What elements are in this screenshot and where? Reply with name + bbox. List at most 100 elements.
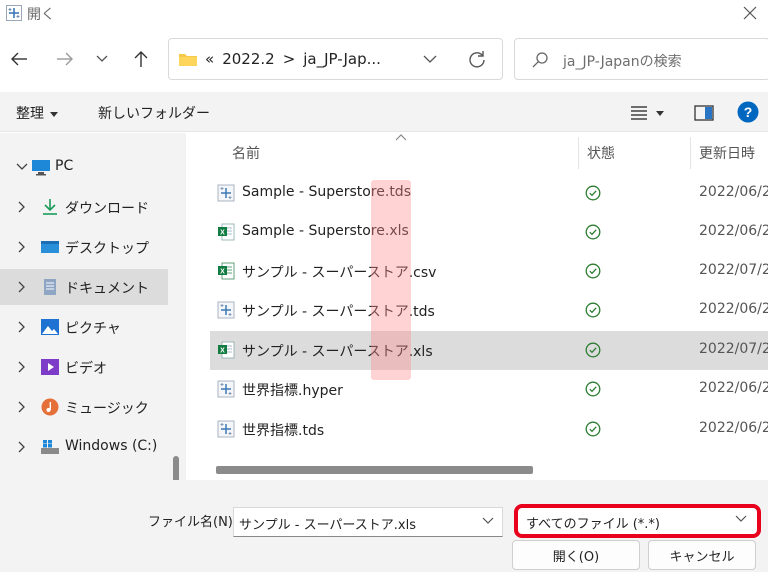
sidebar-item-label: PC bbox=[55, 158, 74, 174]
column-header-name[interactable]: 名前 bbox=[232, 143, 260, 163]
file-type-value: すべてのファイル (*.*) bbox=[526, 517, 660, 532]
svg-text:X: X bbox=[220, 269, 225, 276]
pc-icon bbox=[32, 160, 50, 176]
chevron-right-icon[interactable] bbox=[16, 361, 28, 373]
chevron-down-icon[interactable] bbox=[16, 161, 28, 173]
column-divider[interactable] bbox=[690, 137, 691, 169]
close-icon bbox=[743, 6, 757, 20]
file-row-sample-superstore-tds-ja[interactable]: サンプル - スーパーストア.tds 2022/06/2 bbox=[210, 291, 768, 330]
breadcrumb-separator[interactable]: > bbox=[283, 50, 296, 68]
command-bar: 整理 新しいフォルダー ? bbox=[0, 92, 768, 132]
organize-button[interactable]: 整理 bbox=[16, 103, 58, 123]
file-row-sample-superstore-tds[interactable]: Sample - Superstore.tds 2022/06/2 bbox=[210, 174, 768, 213]
file-date: 2022/06/2 bbox=[699, 301, 768, 317]
file-row-sample-superstore-csv-ja[interactable]: X サンプル - スーパーストア.csv 2022/07/2 bbox=[210, 252, 768, 291]
excel-csv-icon: X bbox=[218, 262, 235, 280]
sidebar-item-downloads[interactable]: ダウンロード bbox=[0, 189, 168, 225]
help-icon[interactable]: ? bbox=[737, 101, 759, 123]
extension-highlight bbox=[371, 180, 411, 380]
column-header-row: 名前 状態 更新日時 bbox=[196, 133, 768, 173]
sync-status-icon bbox=[585, 302, 601, 318]
close-button[interactable] bbox=[732, 0, 768, 26]
arrow-left-icon bbox=[11, 52, 27, 66]
sidebar-item-desktop[interactable]: デスクトップ bbox=[0, 229, 168, 265]
column-divider[interactable] bbox=[578, 137, 579, 169]
open-button[interactable]: 開く(O) bbox=[512, 540, 640, 570]
sidebar-item-videos[interactable]: ビデオ bbox=[0, 349, 168, 385]
file-date: 2022/07/2 bbox=[699, 341, 768, 357]
file-row-sample-superstore-xls[interactable]: X Sample - Superstore.xls 2022/06/2 bbox=[210, 213, 768, 252]
file-list: 名前 状態 更新日時 Sample - Superstore.tds 2022/… bbox=[196, 133, 768, 480]
back-button[interactable] bbox=[6, 46, 32, 72]
documents-icon bbox=[44, 279, 56, 295]
file-row-sample-superstore-xls-ja[interactable]: X サンプル - スーパーストア.xls 2022/07/2 bbox=[210, 331, 768, 370]
drive-icon bbox=[41, 440, 59, 454]
svg-text:?: ? bbox=[744, 104, 753, 120]
view-options-button[interactable] bbox=[630, 103, 672, 123]
file-type-select[interactable]: すべてのファイル (*.*) bbox=[514, 504, 761, 538]
videos-icon bbox=[41, 359, 59, 375]
pictures-icon bbox=[41, 319, 59, 335]
search-box[interactable]: ja_JP-Japanの検索 bbox=[514, 38, 768, 80]
svg-text:X: X bbox=[220, 230, 225, 237]
arrow-up-icon bbox=[134, 51, 148, 67]
chevron-right-icon[interactable] bbox=[16, 201, 28, 213]
file-row-world-indicators-tds[interactable]: 世界指標.tds 2022/06/2 bbox=[210, 410, 768, 449]
breadcrumb[interactable]: « 2022.2 > ja_JP-Jap... bbox=[205, 50, 389, 68]
sync-status-icon bbox=[585, 263, 601, 279]
sidebar-item-pc[interactable]: PC bbox=[0, 149, 168, 185]
sidebar-item-label: ピクチャ bbox=[65, 321, 121, 337]
column-header-status[interactable]: 状態 bbox=[587, 143, 615, 163]
recent-locations-button[interactable] bbox=[89, 46, 115, 72]
svg-text:X: X bbox=[220, 348, 225, 355]
breadcrumb-overflow[interactable]: « bbox=[205, 50, 214, 68]
download-icon bbox=[43, 199, 57, 215]
chevron-down-icon[interactable] bbox=[482, 517, 494, 525]
chevron-right-icon[interactable] bbox=[16, 321, 28, 333]
chevron-right-icon[interactable] bbox=[16, 441, 28, 453]
chevron-down-icon[interactable] bbox=[735, 515, 747, 523]
navigation-pane: PC ダウンロード デスクトップ ドキュメント ピクチャ ビデオ ミュージック … bbox=[0, 133, 186, 568]
filename-label: ファイル名(N): bbox=[148, 515, 238, 530]
details-view-icon bbox=[631, 106, 647, 120]
filename-input[interactable]: サンプル - スーパーストア.xls bbox=[233, 507, 503, 537]
address-bar[interactable]: « 2022.2 > ja_JP-Jap... bbox=[168, 38, 503, 80]
chevron-right-icon[interactable] bbox=[16, 281, 28, 293]
file-row-world-indicators-hyper[interactable]: 世界指標.hyper 2022/06/2 bbox=[210, 370, 768, 409]
refresh-icon[interactable] bbox=[467, 49, 487, 69]
file-name: 世界指標.tds bbox=[242, 423, 325, 439]
chevron-down-icon bbox=[96, 55, 108, 62]
horizontal-scrollbar[interactable] bbox=[216, 466, 533, 474]
sidebar-item-label: ミュージック bbox=[65, 401, 149, 417]
sync-status-icon bbox=[585, 421, 601, 437]
arrow-right-icon bbox=[57, 52, 73, 66]
excel-file-icon: X bbox=[218, 223, 235, 241]
sync-status-icon bbox=[585, 185, 601, 201]
sidebar-item-music[interactable]: ミュージック bbox=[0, 389, 168, 425]
chevron-right-icon[interactable] bbox=[16, 401, 28, 413]
new-folder-button[interactable]: 新しいフォルダー bbox=[98, 103, 210, 123]
window-title: 開く bbox=[27, 7, 55, 23]
sidebar-item-documents[interactable]: ドキュメント bbox=[0, 269, 168, 305]
breadcrumb-item-2022-2[interactable]: 2022.2 bbox=[222, 50, 275, 68]
excel-file-icon: X bbox=[218, 341, 235, 359]
forward-button[interactable] bbox=[52, 46, 78, 72]
sidebar-item-label: デスクトップ bbox=[65, 241, 149, 257]
sidebar-item-pictures[interactable]: ピクチャ bbox=[0, 309, 168, 345]
sync-status-icon bbox=[585, 224, 601, 240]
chevron-down-icon[interactable] bbox=[423, 51, 437, 67]
folder-icon bbox=[179, 54, 197, 66]
search-input[interactable]: ja_JP-Japanの検索 bbox=[563, 51, 682, 71]
up-button[interactable] bbox=[128, 46, 154, 72]
breadcrumb-item-ja-jp[interactable]: ja_JP-Jap... bbox=[303, 50, 381, 68]
sync-status-icon bbox=[585, 342, 601, 358]
title-bar: 開く bbox=[0, 0, 768, 28]
cancel-button[interactable]: キャンセル bbox=[648, 540, 756, 570]
tableau-datasource-icon bbox=[217, 184, 235, 202]
caret-down-icon bbox=[50, 111, 58, 117]
sidebar-item-windows-c[interactable]: Windows (C:) bbox=[0, 429, 168, 465]
file-name: 世界指標.hyper bbox=[242, 383, 343, 399]
chevron-right-icon[interactable] bbox=[16, 241, 28, 253]
preview-pane-icon[interactable] bbox=[694, 105, 714, 121]
column-header-date[interactable]: 更新日時 bbox=[699, 143, 755, 163]
